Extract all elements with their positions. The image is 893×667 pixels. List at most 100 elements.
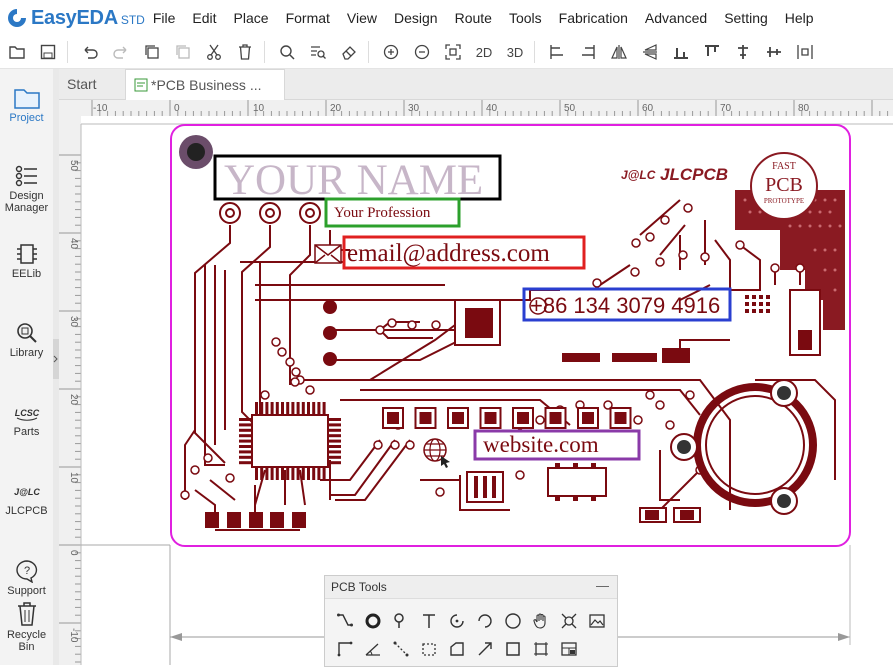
smd-pad-core bbox=[582, 412, 594, 424]
erase-button[interactable] bbox=[335, 40, 363, 64]
via bbox=[390, 440, 400, 450]
ruler-label: 30 bbox=[68, 316, 79, 328]
solid-region-tool[interactable] bbox=[499, 636, 527, 662]
menu-format[interactable]: Format bbox=[286, 10, 330, 26]
menu-route[interactable]: Route bbox=[455, 10, 492, 26]
ruler-label: 20 bbox=[330, 103, 342, 114]
copper-area-tool[interactable] bbox=[443, 636, 471, 662]
sidebar-item-support[interactable]: ? Support bbox=[0, 559, 53, 597]
connect-tool[interactable] bbox=[555, 608, 583, 634]
design-manager-icon bbox=[15, 165, 37, 187]
save-button[interactable] bbox=[34, 40, 62, 64]
pcb-tools-panel[interactable]: PCB Tools — bbox=[324, 575, 618, 667]
find-component-button[interactable] bbox=[304, 40, 332, 64]
via-tool[interactable] bbox=[387, 608, 415, 634]
menu-file[interactable]: File bbox=[153, 10, 176, 26]
ruler-label: 40 bbox=[486, 103, 498, 114]
cut-button[interactable] bbox=[200, 40, 228, 64]
zoom-out-button[interactable] bbox=[408, 40, 436, 64]
distribute-button[interactable] bbox=[791, 40, 819, 64]
ratline-tool[interactable] bbox=[387, 636, 415, 662]
panel-title[interactable]: PCB Tools bbox=[325, 576, 617, 599]
menu-edit[interactable]: Edit bbox=[192, 10, 216, 26]
align-vertical-center-button[interactable] bbox=[729, 40, 757, 64]
redo-icon bbox=[113, 46, 127, 59]
flip-vertical-button[interactable] bbox=[636, 40, 664, 64]
lcsc-icon: LCSC bbox=[14, 408, 39, 421]
align-right-button[interactable] bbox=[574, 40, 602, 64]
align-center-button[interactable] bbox=[760, 40, 788, 64]
card-website[interactable]: website.com bbox=[483, 432, 599, 457]
table-tool[interactable] bbox=[555, 636, 583, 662]
route-tool[interactable] bbox=[471, 636, 499, 662]
table-icon bbox=[561, 642, 577, 656]
sidebar-item-design-manager[interactable]: Design Manager bbox=[0, 164, 53, 214]
sidebar-item-recycle-bin[interactable]: Recycle Bin bbox=[0, 601, 53, 653]
menu-tools[interactable]: Tools bbox=[509, 10, 542, 26]
qfp-pin bbox=[239, 423, 252, 427]
image-tool[interactable] bbox=[583, 608, 611, 634]
align-top-button[interactable] bbox=[698, 40, 726, 64]
bottom-ic bbox=[547, 467, 607, 497]
arc-tool[interactable] bbox=[443, 608, 471, 634]
tab-pcb-business[interactable]: *PCB Business ... bbox=[125, 69, 285, 100]
view-2d-button[interactable]: 2D bbox=[470, 40, 498, 64]
sidebar-item-label: Project bbox=[9, 112, 44, 124]
sidebar-item-jlcpcb[interactable]: J@LC JLCPCB bbox=[0, 481, 53, 517]
arc-center-icon bbox=[478, 614, 492, 628]
align-center-icon bbox=[767, 47, 781, 57]
card-name[interactable]: YOUR NAME bbox=[224, 157, 483, 204]
menu-view[interactable]: View bbox=[347, 10, 377, 26]
delete-button[interactable] bbox=[231, 40, 259, 64]
via bbox=[260, 390, 270, 400]
card-email[interactable]: email@address.com bbox=[347, 240, 550, 267]
via bbox=[655, 257, 665, 267]
ruler-label: 10 bbox=[253, 103, 265, 114]
flip-horizontal-button[interactable] bbox=[605, 40, 633, 64]
tab-start[interactable]: Start bbox=[59, 69, 125, 99]
angle-tool[interactable] bbox=[359, 636, 387, 662]
ruler-label: -10 bbox=[68, 628, 79, 643]
smd-pad-core bbox=[452, 412, 464, 424]
dimension-tool[interactable] bbox=[331, 636, 359, 662]
via bbox=[770, 263, 780, 273]
arc-center-tool[interactable] bbox=[471, 608, 499, 634]
pcb-doc-icon bbox=[134, 78, 148, 92]
zoom-in-button[interactable] bbox=[377, 40, 405, 64]
sidebar-item-parts[interactable]: LCSC Parts bbox=[0, 402, 53, 438]
menu-advanced[interactable]: Advanced bbox=[645, 10, 707, 26]
qfp-pin bbox=[239, 434, 252, 438]
fit-view-button[interactable] bbox=[439, 40, 467, 64]
app-logo[interactable]: EasyEDA STD bbox=[6, 7, 145, 30]
card-phone[interactable]: +86 134 3079 4916 bbox=[530, 293, 720, 318]
menu-design[interactable]: Design bbox=[394, 10, 438, 26]
search-icon bbox=[280, 45, 295, 60]
track-tool[interactable] bbox=[331, 608, 359, 634]
redo-button[interactable] bbox=[107, 40, 135, 64]
align-left-button[interactable] bbox=[543, 40, 571, 64]
panel-minimize-button[interactable]: — bbox=[596, 578, 609, 593]
menu-place[interactable]: Place bbox=[234, 10, 269, 26]
text-tool[interactable] bbox=[415, 608, 443, 634]
pan-tool[interactable] bbox=[527, 608, 555, 634]
pad-tool[interactable] bbox=[359, 608, 387, 634]
sidebar-item-eelib[interactable]: EELib bbox=[0, 242, 53, 280]
rectangle-tool[interactable] bbox=[415, 636, 443, 662]
search-button[interactable] bbox=[273, 40, 301, 64]
align-bottom-button[interactable] bbox=[667, 40, 695, 64]
menu-help[interactable]: Help bbox=[785, 10, 814, 26]
sidebar-item-project[interactable]: Project bbox=[0, 86, 53, 124]
copy-button[interactable] bbox=[138, 40, 166, 64]
undo-button[interactable] bbox=[76, 40, 104, 64]
card-profession[interactable]: Your Profession bbox=[334, 205, 431, 221]
circle-tool[interactable] bbox=[499, 608, 527, 634]
paste-button[interactable] bbox=[169, 40, 197, 64]
sidebar-item-library[interactable]: Library bbox=[0, 321, 53, 359]
undo-icon bbox=[84, 46, 98, 59]
open-button[interactable] bbox=[3, 40, 31, 64]
menu-setting[interactable]: Setting bbox=[724, 10, 768, 26]
via bbox=[795, 263, 805, 273]
menu-fabrication[interactable]: Fabrication bbox=[559, 10, 628, 26]
view-3d-button[interactable]: 3D bbox=[501, 40, 529, 64]
group-tool[interactable] bbox=[527, 636, 555, 662]
